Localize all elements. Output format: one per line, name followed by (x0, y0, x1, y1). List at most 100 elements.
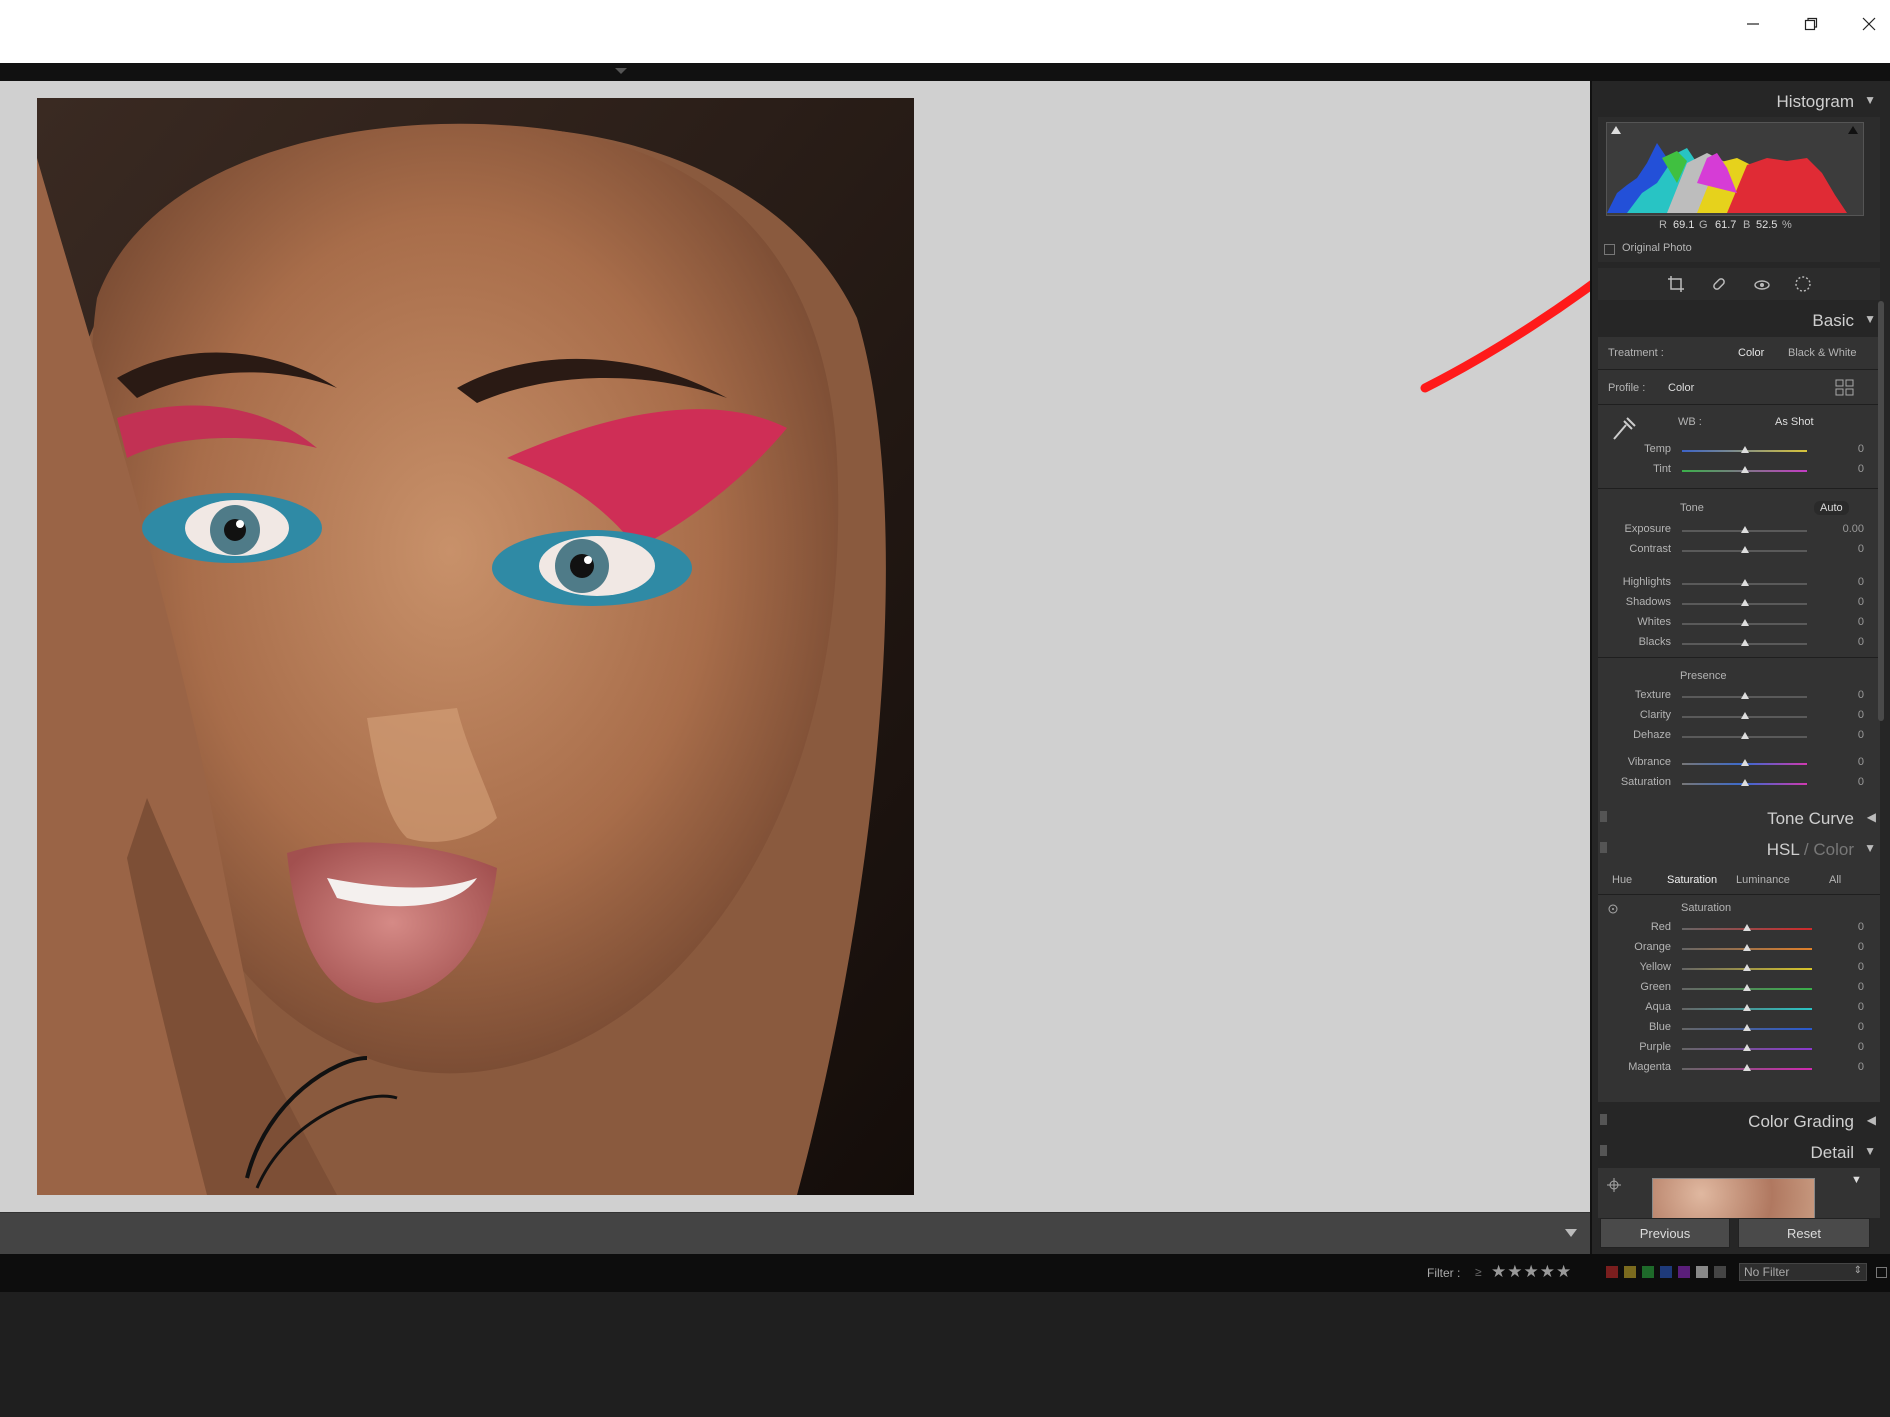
color-label-blue[interactable] (1660, 1266, 1672, 1278)
blue-value[interactable]: 0 (1824, 1021, 1864, 1033)
color-title[interactable]: Color (1813, 840, 1854, 859)
purple-thumb[interactable] (1743, 1044, 1751, 1051)
tint-thumb[interactable] (1741, 466, 1749, 473)
detail-preview-toggle-icon[interactable]: ▼ (1851, 1174, 1862, 1186)
green-value[interactable]: 0 (1824, 981, 1864, 993)
profile-dropdown[interactable]: Color (1668, 382, 1694, 394)
treatment-bw-button[interactable]: Black & White (1788, 347, 1856, 359)
blue-thumb[interactable] (1743, 1024, 1751, 1031)
previous-button[interactable]: Previous (1600, 1218, 1730, 1248)
blacks-thumb[interactable] (1741, 639, 1749, 646)
histogram-header[interactable]: Histogram ▼ (1598, 86, 1880, 116)
color-label-yellow[interactable] (1624, 1266, 1636, 1278)
texture-thumb[interactable] (1741, 692, 1749, 699)
whites-thumb[interactable] (1741, 619, 1749, 626)
highlight-clipping-icon[interactable] (1847, 125, 1859, 135)
color-label-purple[interactable] (1678, 1266, 1690, 1278)
aqua-value[interactable]: 0 (1824, 1001, 1864, 1013)
color-label-none[interactable] (1714, 1266, 1726, 1278)
purple-value[interactable]: 0 (1824, 1041, 1864, 1053)
exposure-value[interactable]: 0.00 (1824, 523, 1864, 535)
healing-brush-icon[interactable] (1710, 275, 1728, 293)
highlights-thumb[interactable] (1741, 579, 1749, 586)
auto-tone-button[interactable]: Auto (1814, 501, 1849, 515)
red-eye-icon[interactable] (1753, 275, 1771, 293)
orange-thumb[interactable] (1743, 944, 1751, 951)
detail-preview[interactable] (1652, 1178, 1815, 1218)
contrast-value[interactable]: 0 (1824, 543, 1864, 555)
texture-value[interactable]: 0 (1824, 689, 1864, 701)
wb-dropdown[interactable]: As Shot (1775, 416, 1814, 428)
filter-lock-icon[interactable] (1876, 1267, 1887, 1278)
blacks-value[interactable]: 0 (1824, 636, 1864, 648)
crop-icon[interactable] (1667, 275, 1685, 293)
toolbar-menu-icon[interactable] (1565, 1229, 1577, 1237)
treatment-color-button[interactable]: Color (1738, 347, 1764, 359)
vibrance-value[interactable]: 0 (1824, 756, 1864, 768)
yellow-thumb[interactable] (1743, 964, 1751, 971)
clarity-thumb[interactable] (1741, 712, 1749, 719)
clarity-value[interactable]: 0 (1824, 709, 1864, 721)
temp-thumb[interactable] (1741, 446, 1749, 453)
panel-switch-icon[interactable] (1600, 1114, 1607, 1125)
rating-operator[interactable]: ≥ (1475, 1265, 1482, 1279)
blacks-label: Blacks (1638, 636, 1671, 648)
masking-icon[interactable] (1794, 275, 1812, 293)
minimize-button[interactable] (1724, 0, 1782, 48)
color-label-red[interactable] (1606, 1266, 1618, 1278)
contrast-thumb[interactable] (1741, 546, 1749, 553)
dehaze-thumb[interactable] (1741, 732, 1749, 739)
red-thumb[interactable] (1743, 924, 1751, 931)
original-photo-checkbox[interactable] (1604, 244, 1615, 255)
green-thumb[interactable] (1743, 984, 1751, 991)
profile-browser-icon[interactable] (1835, 379, 1855, 397)
highlights-value[interactable]: 0 (1824, 576, 1864, 588)
close-button[interactable] (1840, 0, 1890, 48)
basic-header[interactable]: Basic ▼ (1598, 305, 1880, 335)
detail-header[interactable]: Detail ▼ (1598, 1137, 1880, 1167)
yellow-value[interactable]: 0 (1824, 961, 1864, 973)
histogram-graph[interactable] (1606, 122, 1864, 216)
magenta-value[interactable]: 0 (1824, 1061, 1864, 1073)
vibrance-thumb[interactable] (1741, 759, 1749, 766)
shadow-clipping-icon[interactable] (1610, 125, 1622, 135)
exposure-thumb[interactable] (1741, 526, 1749, 533)
tab-saturation[interactable]: Saturation (1667, 874, 1717, 886)
restore-button[interactable] (1782, 0, 1840, 48)
tint-value[interactable]: 0 (1824, 463, 1864, 475)
color-label-custom[interactable] (1696, 1266, 1708, 1278)
tab-hue[interactable]: Hue (1612, 874, 1632, 886)
reset-button[interactable]: Reset (1738, 1218, 1870, 1248)
hsl-title[interactable]: HSL (1767, 840, 1799, 859)
panel-switch-icon[interactable] (1600, 811, 1607, 822)
red-value[interactable]: 0 (1824, 921, 1864, 933)
portrait-photo[interactable] (37, 98, 914, 1195)
tab-all[interactable]: All (1829, 874, 1841, 886)
saturation-value[interactable]: 0 (1824, 776, 1864, 788)
orange-value[interactable]: 0 (1824, 941, 1864, 953)
aqua-thumb[interactable] (1743, 1004, 1751, 1011)
rating-filter-stars[interactable]: ★★★★★ (1491, 1262, 1572, 1282)
filter-preset-dropdown[interactable]: No Filter ⇕ (1739, 1263, 1867, 1281)
detail-target-icon[interactable] (1607, 1178, 1621, 1192)
dehaze-value[interactable]: 0 (1824, 729, 1864, 741)
panel-switch-icon[interactable] (1600, 842, 1607, 853)
whites-value[interactable]: 0 (1824, 616, 1864, 628)
collapse-triangle-icon: ▼ (1864, 93, 1876, 107)
saturation-thumb[interactable] (1741, 779, 1749, 786)
tab-luminance[interactable]: Luminance (1736, 874, 1790, 886)
shadows-thumb[interactable] (1741, 599, 1749, 606)
panel-scrollbar[interactable] (1878, 301, 1884, 721)
temp-value[interactable]: 0 (1824, 443, 1864, 455)
target-adjustment-icon[interactable] (1607, 903, 1619, 915)
top-panel-toggle-icon[interactable] (614, 67, 628, 75)
magenta-thumb[interactable] (1743, 1064, 1751, 1071)
panel-switch-icon[interactable] (1600, 1145, 1607, 1156)
shadows-value[interactable]: 0 (1824, 596, 1864, 608)
wb-eyedropper-icon[interactable] (1610, 415, 1636, 443)
tone-curve-header[interactable]: Tone Curve ◀ (1598, 803, 1880, 833)
percent-label: % (1782, 219, 1792, 231)
color-label-green[interactable] (1642, 1266, 1654, 1278)
hsl-header[interactable]: HSL / Color ▼ (1598, 834, 1880, 864)
color-grading-header[interactable]: Color Grading ◀ (1598, 1106, 1880, 1136)
